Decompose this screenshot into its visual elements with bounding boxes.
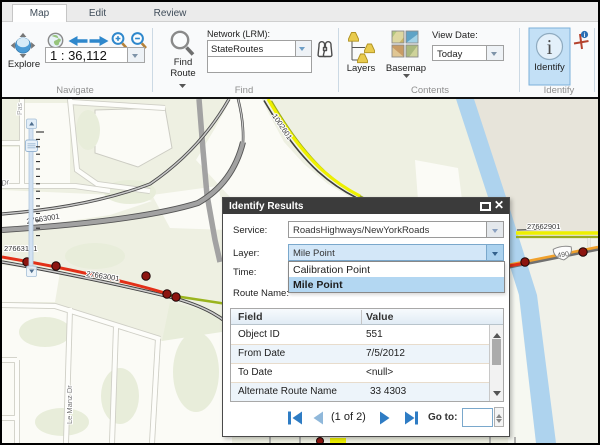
- svg-text:i: i: [547, 35, 553, 59]
- svg-text:Pas: Pas: [17, 102, 24, 115]
- svg-text:Le Manz Dr: Le Manz Dr: [65, 385, 74, 424]
- svg-text:27662901: 27662901: [527, 222, 560, 231]
